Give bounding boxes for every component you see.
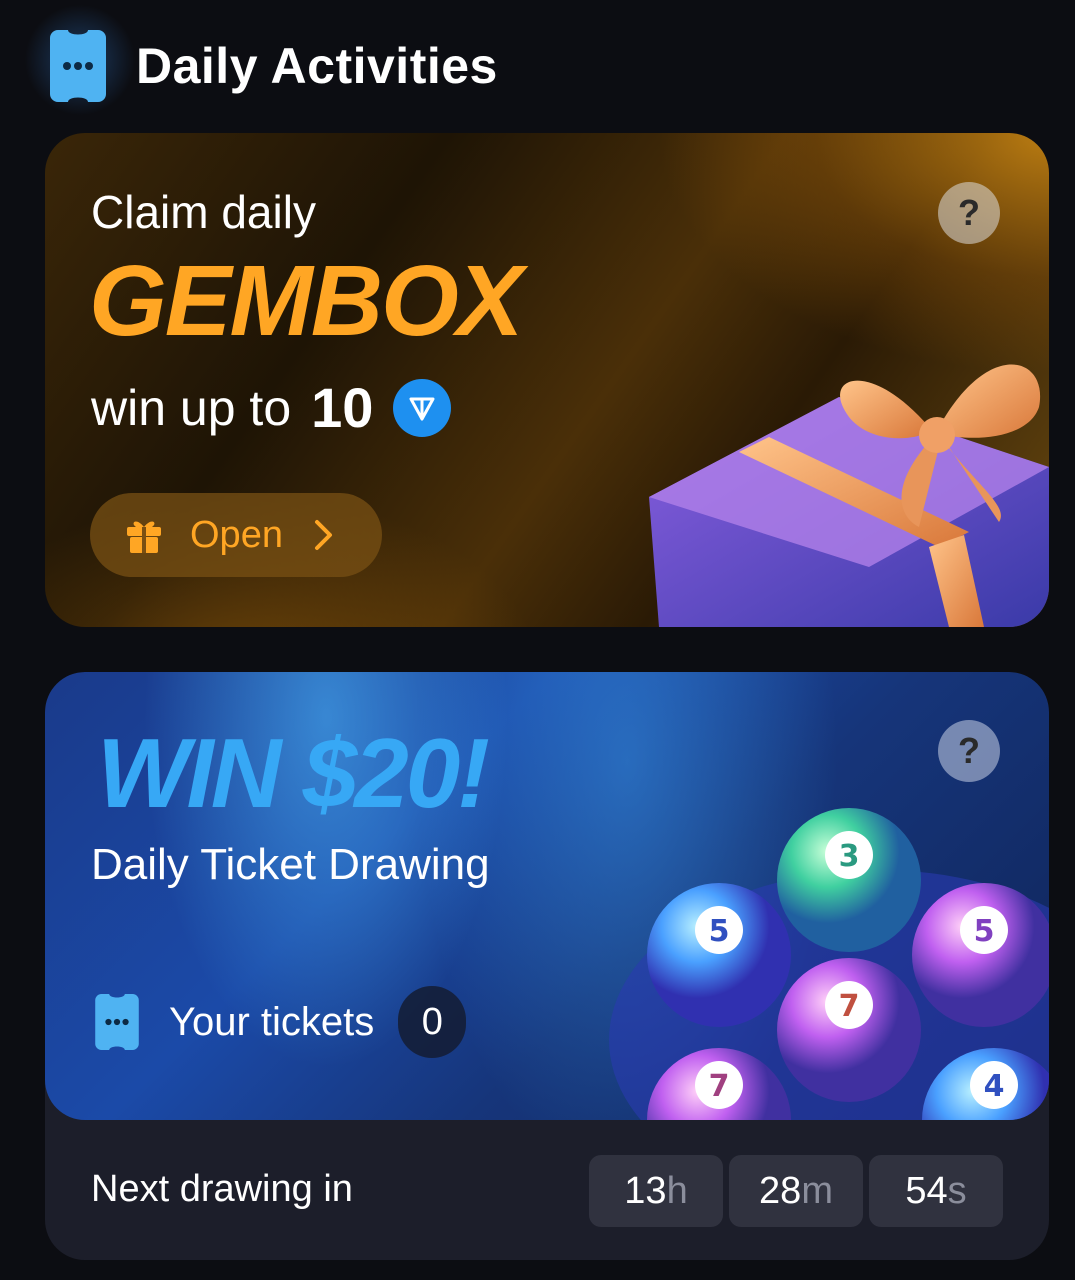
drawing-subtitle: Daily Ticket Drawing [91, 840, 490, 889]
timer-seconds-unit: s [947, 1169, 967, 1212]
tickets-count: 0 [398, 986, 467, 1058]
ton-icon [393, 378, 452, 437]
timer-minutes: 28 m [729, 1155, 863, 1227]
chevron-right-icon [314, 520, 332, 550]
drawing-help-button[interactable]: ? [938, 720, 1000, 782]
drawing-section: WIN $20! Daily Ticket Drawing ? Your tic… [45, 672, 1049, 1260]
drawing-card[interactable]: WIN $20! Daily Ticket Drawing ? Your tic… [45, 672, 1049, 1120]
drawing-prize-title: WIN $20! [97, 718, 490, 828]
timer-hours-unit: h [666, 1169, 688, 1212]
gembox-card[interactable]: Claim daily GEMBOX win up to 10 ? Open [45, 133, 1049, 627]
page-title: Daily Activities [136, 38, 498, 94]
gembox-amount: 10 [311, 376, 374, 439]
gift-icon [127, 521, 161, 553]
ticket-icon [50, 30, 106, 102]
timer-hours: 13 h [589, 1155, 723, 1227]
gembox-win-prefix: win up to [91, 379, 292, 436]
timer-minutes-value: 28 [759, 1169, 802, 1212]
ticket-icon [95, 994, 139, 1050]
tickets-label: Your tickets [169, 999, 375, 1044]
ball-number: 3 [839, 839, 860, 874]
open-button-label: Open [190, 513, 283, 556]
section-header: Daily Activities [20, 0, 498, 120]
timer-seconds: 54 s [869, 1155, 1003, 1227]
ball-number: 4 [984, 1069, 1005, 1104]
gift-box-illustration [649, 364, 1049, 627]
gembox-title: GEMBOX [89, 245, 523, 357]
ball-number: 5 [709, 914, 730, 949]
timer-minutes-unit: m [801, 1169, 833, 1212]
lottery-balls-illustration: 3 5 5 7 7 4 [609, 808, 1049, 1120]
gembox-subtitle: Claim daily [91, 186, 316, 238]
ball-number: 7 [709, 1069, 730, 1104]
timer-seconds-value: 54 [905, 1169, 948, 1212]
open-gembox-button[interactable]: Open [90, 493, 382, 577]
gembox-help-button[interactable]: ? [938, 182, 1000, 244]
your-tickets-row: Your tickets 0 [95, 984, 467, 1060]
ball-number: 7 [839, 989, 860, 1024]
ball-number: 5 [974, 914, 995, 949]
next-drawing-label: Next drawing in [91, 1168, 353, 1210]
timer-hours-value: 13 [624, 1169, 667, 1212]
gembox-reward: win up to 10 [91, 375, 452, 440]
